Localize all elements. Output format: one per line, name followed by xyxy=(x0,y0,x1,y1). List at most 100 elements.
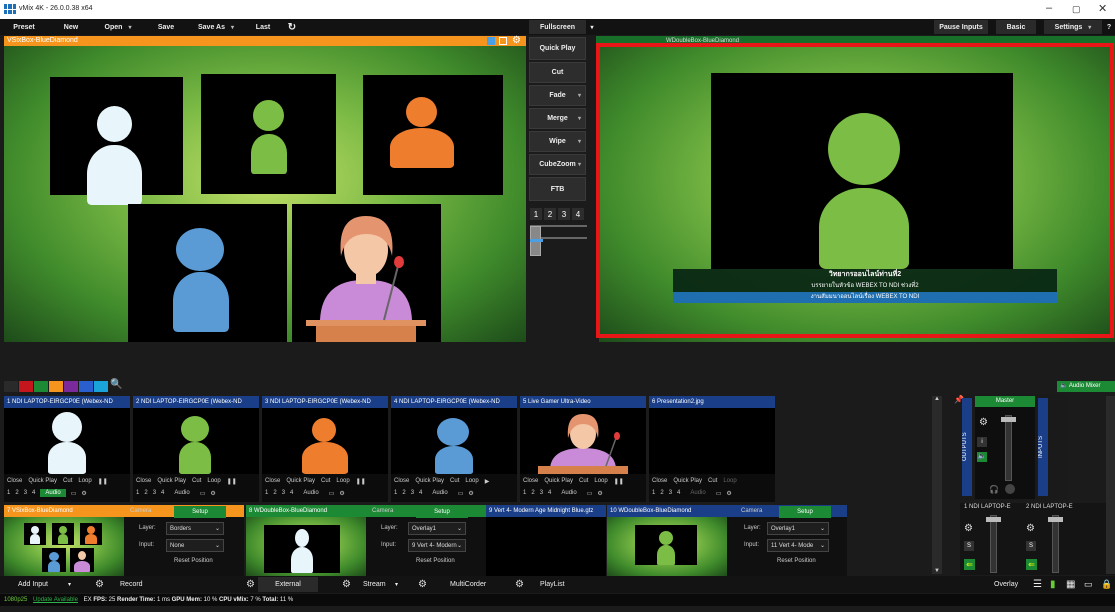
save-button[interactable]: Save xyxy=(150,20,182,34)
input-thumbnail[interactable] xyxy=(486,517,606,576)
bus-arrow-icon[interactable]: ⇐ xyxy=(1026,559,1037,570)
input-4[interactable]: 4 NDI LAPTOP-EIRGCP0E (Webex-ND Close Qui… xyxy=(391,396,517,502)
input-6[interactable]: 6 Presentation2.jpg Close Quick Play Cut Lo… xyxy=(649,396,775,502)
layout-icon[interactable] xyxy=(487,37,495,45)
overlay-2-button[interactable]: 2 xyxy=(660,490,663,496)
overlay-2-button[interactable]: 2 xyxy=(531,490,534,496)
basic-button[interactable]: Basic xyxy=(996,20,1036,34)
overlay-4-button[interactable]: 4 xyxy=(548,490,551,496)
loop-button[interactable]: Loop xyxy=(207,478,220,484)
overlay-4-button[interactable]: 4 xyxy=(677,490,680,496)
overlay-1-button[interactable]: 1 xyxy=(394,490,397,496)
input-2[interactable]: 2 NDI LAPTOP-EIRGCP0E (Webex-ND Close Qui… xyxy=(133,396,259,502)
master-fader-handle[interactable] xyxy=(1001,417,1016,422)
overlay-1-button[interactable]: 1 xyxy=(652,490,655,496)
gear-icon[interactable]: ⚙ xyxy=(512,35,521,46)
add-input-dropdown-icon[interactable]: ▾ xyxy=(68,577,71,592)
input-thumbnail[interactable] xyxy=(246,517,366,576)
color-tag-orange[interactable] xyxy=(49,381,63,392)
quick-play-button[interactable]: Quick Play xyxy=(28,478,57,484)
loop-button[interactable]: Loop xyxy=(78,478,91,484)
color-tag-blue[interactable] xyxy=(79,381,93,392)
overlay-3-button[interactable]: 3 xyxy=(540,490,543,496)
setup-button[interactable]: Setup xyxy=(416,506,468,518)
play-icon[interactable]: ▶ xyxy=(485,478,490,485)
monitor-icon[interactable]: ▭ xyxy=(716,490,722,497)
pause-icon[interactable]: ❚❚ xyxy=(356,478,366,485)
speaker-icon[interactable]: 🔈 xyxy=(977,452,987,462)
input-thumbnail[interactable] xyxy=(262,408,388,474)
overlay-2-button[interactable]: 2 xyxy=(144,490,147,496)
input-thumbnail[interactable] xyxy=(391,408,517,474)
input-thumbnail[interactable] xyxy=(4,408,130,474)
fullscreen-button[interactable]: Fullscreen xyxy=(529,20,586,34)
quick-play-button[interactable]: Quick Play xyxy=(673,478,702,484)
external-settings-gear-icon[interactable]: ⚙ xyxy=(246,577,255,592)
audio-mixer-tab[interactable]: 🔈 Audio Mixer xyxy=(1057,381,1115,392)
stream-dropdown-icon[interactable]: ▾ xyxy=(395,577,398,592)
layer-select[interactable]: Overlay1 ⌄ xyxy=(767,522,829,535)
outputs-tab[interactable]: OUTPUTS xyxy=(962,398,972,496)
input-3[interactable]: 3 NDI LAPTOP-EIRGCP0E (Webex-ND Close Qui… xyxy=(262,396,388,502)
close-button[interactable]: Close xyxy=(394,478,409,484)
quick-play-button[interactable]: Quick Play xyxy=(544,478,573,484)
solo-button[interactable]: S xyxy=(964,541,974,551)
input-9[interactable]: 9 Vert 4- Modern Age Midnight Blue.gtz xyxy=(486,505,606,576)
quick-play-button[interactable]: Quick Play xyxy=(415,478,444,484)
audio-button[interactable]: Audio xyxy=(169,490,194,496)
overlay-3-button[interactable]: 3 xyxy=(282,490,285,496)
stream-settings-gear-icon[interactable]: ⚙ xyxy=(342,577,351,592)
color-tag-purple[interactable] xyxy=(64,381,78,392)
pause-icon[interactable]: ❚❚ xyxy=(614,478,624,485)
overlay-1-button[interactable]: 1 xyxy=(136,490,139,496)
audio-button[interactable]: Audio xyxy=(685,490,710,496)
overlay-2-button[interactable]: 2 xyxy=(273,490,276,496)
input-select[interactable]: 9 Vert 4- Modern ⌄ xyxy=(408,539,466,552)
pause-icon[interactable]: ❚❚ xyxy=(98,478,108,485)
list-icon[interactable] xyxy=(499,37,507,45)
record-button[interactable]: Record xyxy=(120,577,143,592)
menu-icon[interactable]: ☰ xyxy=(1033,577,1042,592)
cut-button[interactable]: Cut xyxy=(192,478,201,484)
loop-button[interactable]: Loop xyxy=(594,478,607,484)
loop-button[interactable]: Loop xyxy=(723,478,736,484)
gear-icon[interactable]: ⚙ xyxy=(979,417,988,428)
input-thumbnail[interactable] xyxy=(520,408,646,474)
audio-button[interactable]: Audio xyxy=(298,490,323,496)
input-8[interactable]: 8 WDoubleBox-BlueDiamond Camera Setup La… xyxy=(246,505,486,576)
reset-position-button[interactable]: Reset Position xyxy=(416,558,455,564)
channel-1-fader-handle[interactable] xyxy=(986,517,1001,522)
gear-icon[interactable]: ⚙ xyxy=(210,490,215,497)
multicorder-button[interactable]: MultiCorder xyxy=(450,577,486,592)
input-thumbnail[interactable] xyxy=(607,517,727,576)
overlay-button[interactable]: Overlay xyxy=(994,577,1018,592)
loop-button[interactable]: Loop xyxy=(465,478,478,484)
preview-window[interactable] xyxy=(4,46,526,342)
overlay-4-button[interactable]: 4 xyxy=(161,490,164,496)
overlay-3-button[interactable]: 3 xyxy=(411,490,414,496)
open-button[interactable]: Open xyxy=(96,20,140,34)
transition-1-button[interactable]: 1 xyxy=(530,208,542,220)
input-thumbnail[interactable] xyxy=(4,517,124,576)
gear-icon[interactable]: ⚙ xyxy=(468,490,473,497)
setup-button[interactable]: Setup xyxy=(779,506,831,518)
add-input-button[interactable]: Add Input xyxy=(18,577,48,592)
monitor-icon[interactable]: ▭ xyxy=(587,490,593,497)
cut-button[interactable]: Cut xyxy=(708,478,717,484)
gear-icon[interactable]: ⚙ xyxy=(964,523,973,534)
multicorder-settings-gear-icon[interactable]: ⚙ xyxy=(418,577,427,592)
overlay-3-button[interactable]: 3 xyxy=(24,490,27,496)
help-button[interactable]: ? xyxy=(1104,20,1114,34)
external-button[interactable]: External xyxy=(258,577,318,592)
color-tag-cyan[interactable] xyxy=(94,381,108,392)
cut-button[interactable]: Cut xyxy=(450,478,459,484)
record-settings-gear-icon[interactable]: ⚙ xyxy=(95,577,104,592)
quick-play-button[interactable]: Quick Play xyxy=(529,37,586,60)
wipe-button[interactable]: Wipe xyxy=(529,131,586,152)
color-tag-green[interactable] xyxy=(34,381,48,392)
search-icon[interactable]: 🔍 xyxy=(110,379,122,390)
quick-play-button[interactable]: Quick Play xyxy=(286,478,315,484)
overlay-1-button[interactable]: 1 xyxy=(265,490,268,496)
inputs-tab[interactable]: INPUTS xyxy=(1038,398,1048,496)
color-tag-none[interactable] xyxy=(4,381,18,392)
